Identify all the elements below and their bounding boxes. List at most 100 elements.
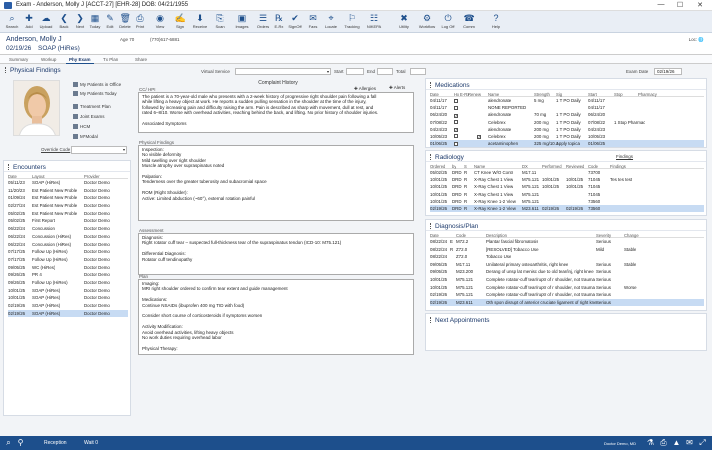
table-row[interactable]: 05/02/25 Est Patient New Proble Doctor Dem… <box>8 210 128 218</box>
table-row[interactable]: 04/11/17 NONE REPORTED 04/11/17 <box>430 104 704 111</box>
link-mmodal[interactable]: M*Modal <box>73 134 98 139</box>
toolbar-button-sign[interactable]: ✍ Sign <box>170 12 190 32</box>
tab-summary[interactable]: Summary <box>6 56 31 63</box>
table-row[interactable]: 02/19/26 SOAP (HiRes) Doctor Demo <box>8 309 128 318</box>
drag-grip-icon[interactable] <box>430 223 432 229</box>
toolbar-button-workflow[interactable]: ⚙ Workflow <box>417 12 437 32</box>
drag-grip-icon[interactable] <box>5 67 7 73</box>
table-row[interactable]: 07/17/25 Follow Up (HiRes) Doctor Demo <box>8 248 128 256</box>
table-row[interactable]: 08/22/24 E M72.2 Plantar fascial fibromatos… <box>430 238 704 246</box>
link-my-patients-in-office[interactable]: My Patients in Office <box>73 82 121 87</box>
toolbar-button-print[interactable]: ⎙ Print <box>130 12 150 32</box>
printer-icon[interactable]: ⎙ <box>659 438 668 447</box>
close-button[interactable]: ✕ <box>693 1 707 10</box>
table-row[interactable]: 05/02/25 DRD R CT Knee W/O Contr M17.11 73700 <box>430 169 704 176</box>
drag-grip-icon[interactable] <box>8 164 10 170</box>
minimize-button[interactable]: — <box>654 1 668 10</box>
drag-grip-icon[interactable] <box>430 317 432 323</box>
table-row[interactable]: 05/02/25 First Report Doctor Demo <box>8 217 128 225</box>
chat-icon[interactable]: ✉ <box>685 438 694 447</box>
table-row[interactable]: 10/01/25 DRD R X-Ray Chest 1 View M75.121 10/… <box>430 183 704 190</box>
link-my-patients-today[interactable]: My Patients Today <box>73 91 117 96</box>
table-row[interactable]: 10/01/25 M75.121 Complete rotator-cuff tea… <box>430 276 704 284</box>
table-row[interactable]: 09/05/25 M23.200 Derang of unsp lat menisc… <box>430 268 704 276</box>
graduation-icon[interactable]: ▲ <box>672 438 681 447</box>
link-treatment-plan[interactable]: Treatment Plan <box>73 104 111 109</box>
tab-phy-exam[interactable]: Phy Exam <box>66 56 94 64</box>
maximize-button[interactable]: ☐ <box>673 1 687 10</box>
table-row[interactable]: 06/22/24 Concussion Doctor Demo <box>8 225 128 233</box>
toolbar-button-signoff[interactable]: ✔ SignOff <box>285 12 305 32</box>
assessment-textbox[interactable]: Diagnosis: Right rotator cuff tear – susp… <box>138 233 414 275</box>
table-row[interactable]: 05/11/23 SOAP (HiRes) Doctor Demo <box>8 179 128 187</box>
toolbar-button-view[interactable]: ◉ View <box>150 12 170 32</box>
toolbar-button-nikepa[interactable]: ☷ NIKEPA <box>364 12 384 32</box>
link-hcm[interactable]: HCM <box>73 124 90 129</box>
table-row[interactable]: 07/08/22 Celebrex 200 mg 1 T PO Daily 07/08/… <box>430 119 704 126</box>
checkbox[interactable]: ✓ <box>454 112 458 118</box>
table-row[interactable]: 07/17/25 Follow Up (HiRes) Doctor Demo <box>8 256 128 264</box>
table-row[interactable]: 06/24/20 ✓ alendronate 70 mg 1 T PO Daily 06/… <box>430 111 704 118</box>
tab-share[interactable]: Share <box>132 56 150 63</box>
toolbar-button-images[interactable]: ▣ Images <box>232 12 252 32</box>
checkbox[interactable]: ✓ <box>477 134 481 140</box>
table-row[interactable]: 04/11/17 alendronate 5 mg 1 T PO Daily 04/11… <box>430 97 704 104</box>
toolbar-button-help[interactable]: ? Help <box>486 12 506 32</box>
virtual-service-select[interactable]: ▾ <box>235 68 331 75</box>
drag-grip-icon[interactable] <box>430 82 432 88</box>
radiology-findings-link[interactable]: Findings <box>616 154 633 159</box>
alerts-button[interactable]: ✚ Alerts <box>389 85 405 91</box>
checkbox[interactable] <box>454 105 458 110</box>
expand-icon[interactable]: ⤢ <box>698 438 707 447</box>
toolbar-button-log-off[interactable]: ⏻ Log Off <box>438 12 458 32</box>
drag-grip-icon[interactable] <box>430 154 432 160</box>
flask-icon[interactable]: ⚗ <box>646 438 655 447</box>
toolbar-button-receive[interactable]: ⬇ Receive <box>190 12 210 32</box>
table-row[interactable]: 08/22/24 R Z72.0 [RESOLVED] Tobacco Use Mild… <box>430 246 704 254</box>
toolbar-button-scan[interactable]: ⎘ Scan <box>210 12 230 32</box>
toolbar-button-comm[interactable]: ☎ Comm <box>459 12 479 32</box>
table-row[interactable]: 10/05/23 ✓ Celebrex 200 mg 1 T PO Daily 10/05… <box>430 133 704 140</box>
toolbar-button-utility[interactable]: ✖ Utility <box>394 12 414 32</box>
table-row[interactable]: 02/19/26 M75.121 Complete rotator-cuff tea… <box>430 291 704 299</box>
physical-findings-textbox[interactable]: Inspection: No visible deformity Mild swel… <box>138 145 414 221</box>
table-row[interactable]: 10/01/25 SOAP (HiRes) Doctor Demo <box>8 294 128 302</box>
table-row[interactable]: 09/26/25 Follow Up (HiRes) Doctor Demo <box>8 279 128 287</box>
tab-workup[interactable]: Workup <box>38 56 59 63</box>
table-row[interactable]: 02/19/26 M23.611 Oth spon disrupt of anter… <box>430 298 704 307</box>
toolbar-button-locate[interactable]: ⌖ Locate <box>321 12 341 32</box>
table-row[interactable]: 10/01/25 M75.121 Complete rotator-cuff tea… <box>430 284 704 292</box>
table-row[interactable]: 04/24/23 ✓ alendronate 200 mg 1 T PO Daily 04… <box>430 126 704 133</box>
link-joint-exams[interactable]: Joint Exams <box>73 114 105 119</box>
cc-hpi-textbox[interactable]: The patient is a 70-year-old male who pr… <box>138 92 414 133</box>
checkbox[interactable]: ✓ <box>454 127 458 133</box>
table-row[interactable]: 09/26/25 PR 4 Doctor Demo <box>8 271 128 279</box>
tab-tx-plan[interactable]: Tx Plan <box>100 56 121 63</box>
table-row[interactable]: 01/06/25 acetaminophen 325 mg/10.1 Apply to… <box>430 140 704 148</box>
search-icon[interactable]: ⌕ <box>4 438 13 447</box>
table-row[interactable]: 10/01/25 DRD R X-Ray Chest 1 View M75.121 710… <box>430 191 704 198</box>
toolbar-button-faxs[interactable]: ✉ Faxs <box>303 12 323 32</box>
table-row[interactable]: 02/19/26 DRD R X-Ray Knee 1-2 View M23.611 02… <box>430 204 704 213</box>
checkbox[interactable] <box>454 141 458 146</box>
table-row[interactable]: 10/01/25 DRD R X-Ray Chest 1 View M75.121 10/… <box>430 176 704 183</box>
table-row[interactable]: 11/20/23 Est Patient New Proble Doctor Dem… <box>8 187 128 195</box>
table-row[interactable]: 01/09/24 Est Patient New Proble Doctor Dem… <box>8 194 128 202</box>
checkbox[interactable] <box>454 120 458 125</box>
toolbar-button-tracking[interactable]: ⚐ Tracking <box>342 12 362 32</box>
checkbox[interactable] <box>454 98 458 103</box>
table-row[interactable]: 08/22/24 Z72.0 Tobacco Use <box>430 253 704 261</box>
table-row[interactable]: 02/19/26 SOAP (HiRes) Doctor Demo <box>8 302 128 310</box>
exam-date-input[interactable]: 02/19/26 <box>654 68 682 75</box>
table-row[interactable]: 09/05/25 WC (HiRes) Doctor Demo <box>8 264 128 272</box>
table-row[interactable]: 10/01/25 SOAP (HiRes) Doctor Demo <box>8 287 128 295</box>
end-input[interactable] <box>377 68 393 75</box>
checkbox[interactable] <box>454 134 458 139</box>
total-input[interactable] <box>410 68 426 75</box>
table-row[interactable]: 06/22/24 Concussion (HiRes) Doctor Demo <box>8 241 128 249</box>
person-icon[interactable]: ⚲ <box>16 438 25 447</box>
table-row[interactable]: 09/05/25 M17.11 Unilateral primary osteoar… <box>430 261 704 269</box>
table-row[interactable]: 10/01/25 DRD R X-Ray Knee 1-2 View M75.121 73… <box>430 198 704 205</box>
table-row[interactable]: 02/27/24 Est Patient New Proble Doctor Dem… <box>8 202 128 210</box>
table-row[interactable]: 06/22/24 Concussion (HiRes) Doctor Demo <box>8 233 128 241</box>
